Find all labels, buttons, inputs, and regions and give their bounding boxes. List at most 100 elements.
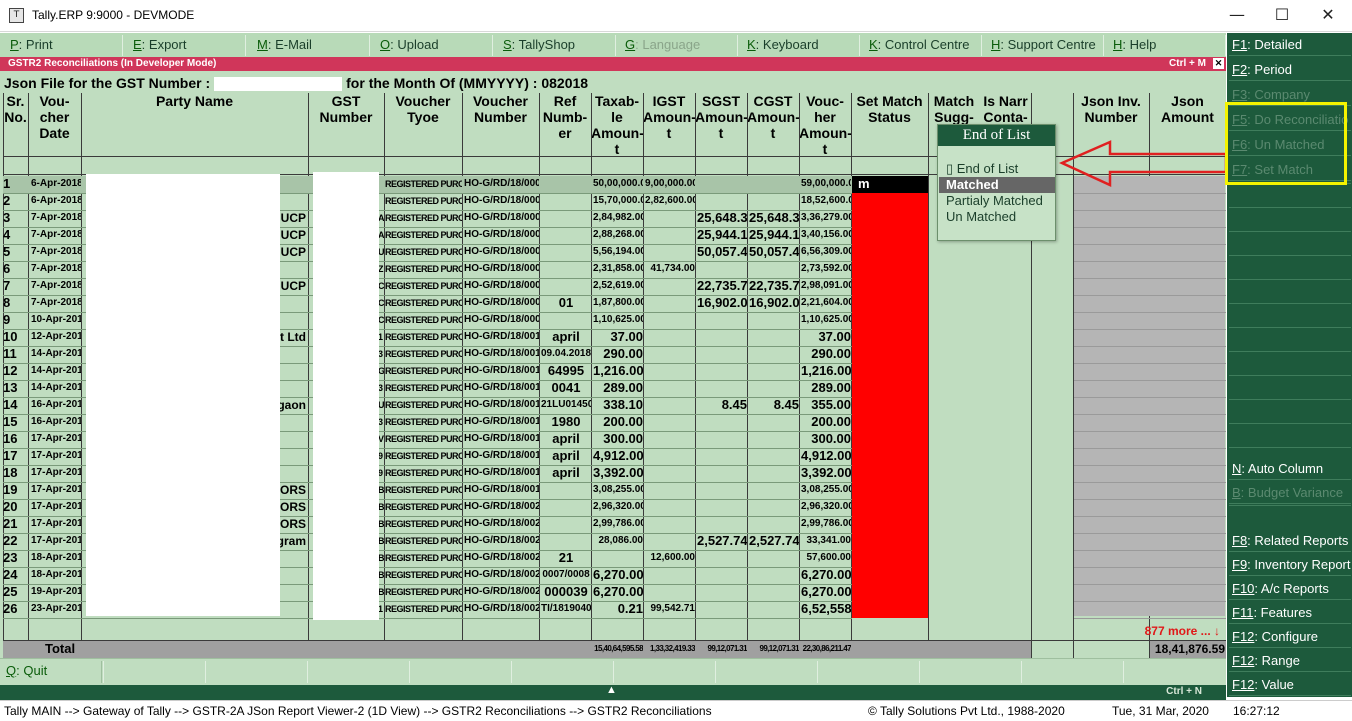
right-button-8[interactable]: F8: Related Reports <box>1229 530 1351 552</box>
status-cell[interactable] <box>852 414 928 431</box>
cell-sr: 25 <box>3 584 18 599</box>
status-edit-value[interactable]: m <box>858 176 878 192</box>
cell-vamt: 3,392.00 <box>801 465 851 480</box>
menu-item-2[interactable]: M: E-Mail <box>252 35 370 56</box>
status-cell[interactable] <box>852 210 928 227</box>
dropdown-item-matched[interactable]: Matched <box>939 177 1055 193</box>
status-cell[interactable] <box>852 550 928 567</box>
screen-close-icon[interactable]: ✕ <box>1213 58 1224 69</box>
menu-item-6[interactable]: K: Keyboard <box>742 35 860 56</box>
status-cell[interactable] <box>852 261 928 278</box>
right-button-0[interactable]: F1: Detailed <box>1229 34 1351 56</box>
menu-item-1[interactable]: E: Export <box>128 35 246 56</box>
menu-item-5[interactable]: G: Language <box>620 35 738 56</box>
status-cell[interactable] <box>852 329 928 346</box>
right-button-10[interactable]: F10: A/c Reports <box>1229 578 1351 600</box>
status-cell[interactable] <box>852 584 928 601</box>
menu-item-7[interactable]: K: Control Centre <box>864 35 982 56</box>
bottom-button-divider <box>103 661 104 683</box>
right-button-7[interactable]: B: Budget Variance <box>1229 482 1351 504</box>
status-cell[interactable] <box>852 312 928 329</box>
dropdown-title: End of List <box>938 125 1055 146</box>
minimize-icon[interactable]: — <box>1214 0 1260 32</box>
maximize-icon[interactable]: ☐ <box>1259 0 1305 32</box>
status-cell[interactable] <box>852 482 928 499</box>
cell-sr: 22 <box>3 533 18 548</box>
cell-cgst <box>749 567 799 583</box>
status-cell[interactable] <box>852 397 928 414</box>
status-cell[interactable] <box>852 227 928 244</box>
dropdown-item-un-matched[interactable]: Un Matched <box>939 209 1055 225</box>
more-rows-indicator[interactable]: 877 more ... ↓ <box>1110 623 1220 639</box>
cell-vnum: HO-G/RD/18/0002 <box>464 195 539 206</box>
cell-vamt: 3,36,279.00 <box>801 212 851 223</box>
status-cell[interactable] <box>852 278 928 295</box>
cell-vnum: HO-G/RD/18/0008 <box>464 297 539 308</box>
menu-item-8[interactable]: H: Support Centre <box>986 35 1104 56</box>
quit-button[interactable]: Q: Quit <box>2 661 102 683</box>
screen-title: GSTR2 Reconciliations (In Developer Mode… <box>8 58 217 69</box>
status-cell[interactable] <box>852 465 928 482</box>
total-vamt: 22,30,86,211.47 <box>802 644 851 653</box>
status-cell[interactable] <box>852 533 928 550</box>
dropdown-item-end-of-list[interactable]: ▯ End of List <box>939 161 1055 177</box>
cell-ref <box>541 227 591 243</box>
status-cell[interactable] <box>852 516 928 533</box>
cell-vamt: 300.00 <box>811 431 851 446</box>
cell-cgst <box>749 176 799 192</box>
cell-taxable: 6,270.00 <box>593 584 643 599</box>
row-divider <box>1074 618 1226 619</box>
chevron-up-icon[interactable]: ▲ <box>606 684 617 696</box>
cell-ref: 0041 <box>551 380 581 395</box>
cell-ref: 01 <box>558 295 574 310</box>
right-button-13[interactable]: F12: Range <box>1229 650 1351 672</box>
bottom-button-divider <box>307 661 308 683</box>
row-divider <box>1074 516 1226 517</box>
cell-vnum: HO-G/RD/18/0009 <box>464 314 539 325</box>
menu-item-4[interactable]: S: TallyShop <box>498 35 616 56</box>
status-cell[interactable] <box>852 499 928 516</box>
right-button-14[interactable]: F12: Value <box>1229 674 1351 696</box>
menu-item-9[interactable]: H: Help <box>1108 35 1226 56</box>
cell-taxable: 289.00 <box>603 380 643 395</box>
right-button-1[interactable]: F2: Period <box>1229 59 1351 81</box>
dropdown-item-partially-matched[interactable]: Partialy Matched <box>939 193 1055 209</box>
row-divider <box>1074 363 1226 364</box>
breadcrumb: Tally MAIN --> Gateway of Tally --> GSTR… <box>4 704 712 718</box>
right-button-9[interactable]: F9: Inventory Reports <box>1229 554 1351 576</box>
cell-date: 16-Apr-2018 <box>31 416 81 427</box>
cell-taxable: 4,912.00 <box>593 448 643 463</box>
right-button-6[interactable]: N: Auto Column <box>1229 458 1351 480</box>
right-button-11[interactable]: F11: Features <box>1229 602 1351 624</box>
column-header-ref: Ref Numb- er <box>542 93 588 141</box>
panel-divider <box>1229 351 1351 352</box>
row-divider <box>1074 329 1226 330</box>
status-cell[interactable] <box>852 244 928 261</box>
json-month-label: for the Month Of (MMYYYY) : 082018 <box>346 75 589 91</box>
status-cell[interactable] <box>852 380 928 397</box>
cell-vamt: 2,21,604.00 <box>801 297 851 308</box>
cell-ref: 21LU01450 <box>541 399 591 410</box>
close-icon[interactable]: ✕ <box>1305 0 1351 32</box>
cell-igst <box>645 448 695 464</box>
match-status-dropdown[interactable]: End of List ▯ End of List Matched Partia… <box>937 124 1056 241</box>
cell-sr: 19 <box>3 482 18 497</box>
right-button-12[interactable]: F12: Configure <box>1229 626 1351 648</box>
json-gst-label: Json File for the GST Number : <box>4 75 211 91</box>
status-cell[interactable] <box>852 567 928 584</box>
status-cell[interactable] <box>852 363 928 380</box>
menu-item-0[interactable]: P: Print <box>5 35 123 56</box>
status-cell[interactable] <box>852 448 928 465</box>
status-cell[interactable] <box>852 346 928 363</box>
cell-vnum: HO-G/RD/18/0025 <box>464 586 539 597</box>
cell-igst <box>645 397 695 413</box>
status-cell[interactable] <box>852 193 928 210</box>
cell-taxable: 2,99,786.00 <box>593 518 643 529</box>
row-divider <box>1074 533 1226 534</box>
status-cell[interactable] <box>852 295 928 312</box>
status-cell[interactable] <box>852 601 928 618</box>
row-divider <box>1074 193 1226 194</box>
menu-item-3[interactable]: O: Upload <box>375 35 493 56</box>
cell-taxable: 290.00 <box>603 346 643 361</box>
status-cell[interactable] <box>852 431 928 448</box>
